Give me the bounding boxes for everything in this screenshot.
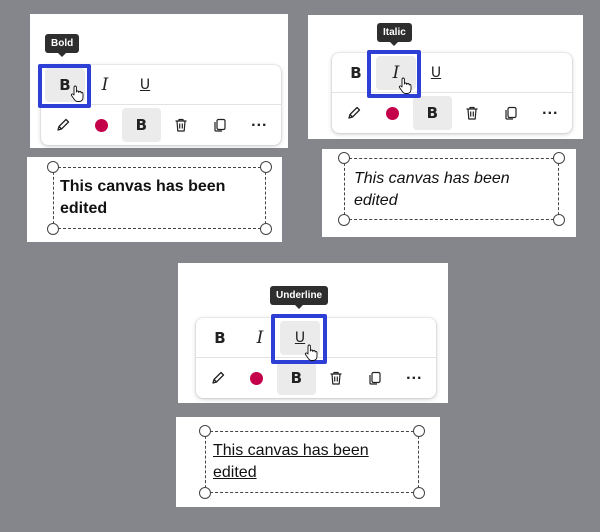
hand-cursor-icon <box>70 85 84 102</box>
hand-cursor-icon <box>398 77 412 94</box>
underline-button[interactable]: U <box>416 56 456 90</box>
copy-icon[interactable] <box>200 108 239 142</box>
underline-canvas-panel: This canvas has been edited <box>176 417 440 507</box>
color-dot-icon <box>95 118 109 132</box>
canvas-text: This canvas has been edited <box>213 442 369 481</box>
canvas-text: This canvas has been edited <box>60 178 226 217</box>
resize-handle[interactable] <box>553 152 565 164</box>
trash-icon[interactable] <box>161 108 200 142</box>
trash-icon[interactable] <box>452 96 491 130</box>
highlight-box <box>367 50 421 98</box>
italic-example-panel: B I U B ... Italic <box>308 15 583 139</box>
resize-handle[interactable] <box>553 214 565 226</box>
color-dot-icon <box>386 106 400 120</box>
resize-handle[interactable] <box>47 161 59 173</box>
bold-canvas-panel: This canvas has been edited <box>27 157 282 242</box>
color-picker-button[interactable] <box>237 361 276 395</box>
bold-example-panel: B I U B ... Bold <box>30 14 288 148</box>
resize-handle[interactable] <box>199 487 211 499</box>
resize-handle[interactable] <box>260 223 272 235</box>
resize-handle[interactable] <box>47 223 59 235</box>
italic-canvas-panel: This canvas has been edited <box>322 149 576 237</box>
bold-button[interactable]: B <box>200 321 240 355</box>
more-options-button[interactable]: ... <box>531 96 570 130</box>
hand-cursor-icon <box>304 344 318 361</box>
pencil-icon[interactable] <box>43 108 82 142</box>
resize-handle[interactable] <box>338 214 350 226</box>
underline-tooltip: Underline <box>270 286 329 309</box>
text-style-bold-button[interactable]: B <box>276 361 316 395</box>
resize-handle[interactable] <box>199 425 211 437</box>
pencil-icon[interactable] <box>198 361 237 395</box>
resize-handle[interactable] <box>413 487 425 499</box>
underline-example-panel: B I U B ... Underline <box>178 263 448 403</box>
text-style-bold-button[interactable]: B <box>412 96 452 130</box>
text-style-bold-button[interactable]: B <box>121 108 161 142</box>
underline-button[interactable]: U <box>125 68 165 102</box>
copy-icon[interactable] <box>355 361 394 395</box>
pencil-icon[interactable] <box>334 96 373 130</box>
canvas-text: This canvas has been edited <box>354 170 510 209</box>
italic-tooltip: Italic <box>377 23 412 46</box>
color-picker-button[interactable] <box>82 108 121 142</box>
trash-icon[interactable] <box>316 361 355 395</box>
more-options-button[interactable]: ... <box>395 361 434 395</box>
copy-icon[interactable] <box>491 96 530 130</box>
resize-handle[interactable] <box>413 425 425 437</box>
italic-button[interactable]: I <box>85 68 125 102</box>
color-dot-icon <box>250 371 264 385</box>
resize-handle[interactable] <box>338 152 350 164</box>
color-picker-button[interactable] <box>373 96 412 130</box>
bold-tooltip: Bold <box>45 34 80 57</box>
more-options-button[interactable]: ... <box>240 108 279 142</box>
highlight-box <box>271 314 327 364</box>
resize-handle[interactable] <box>260 161 272 173</box>
